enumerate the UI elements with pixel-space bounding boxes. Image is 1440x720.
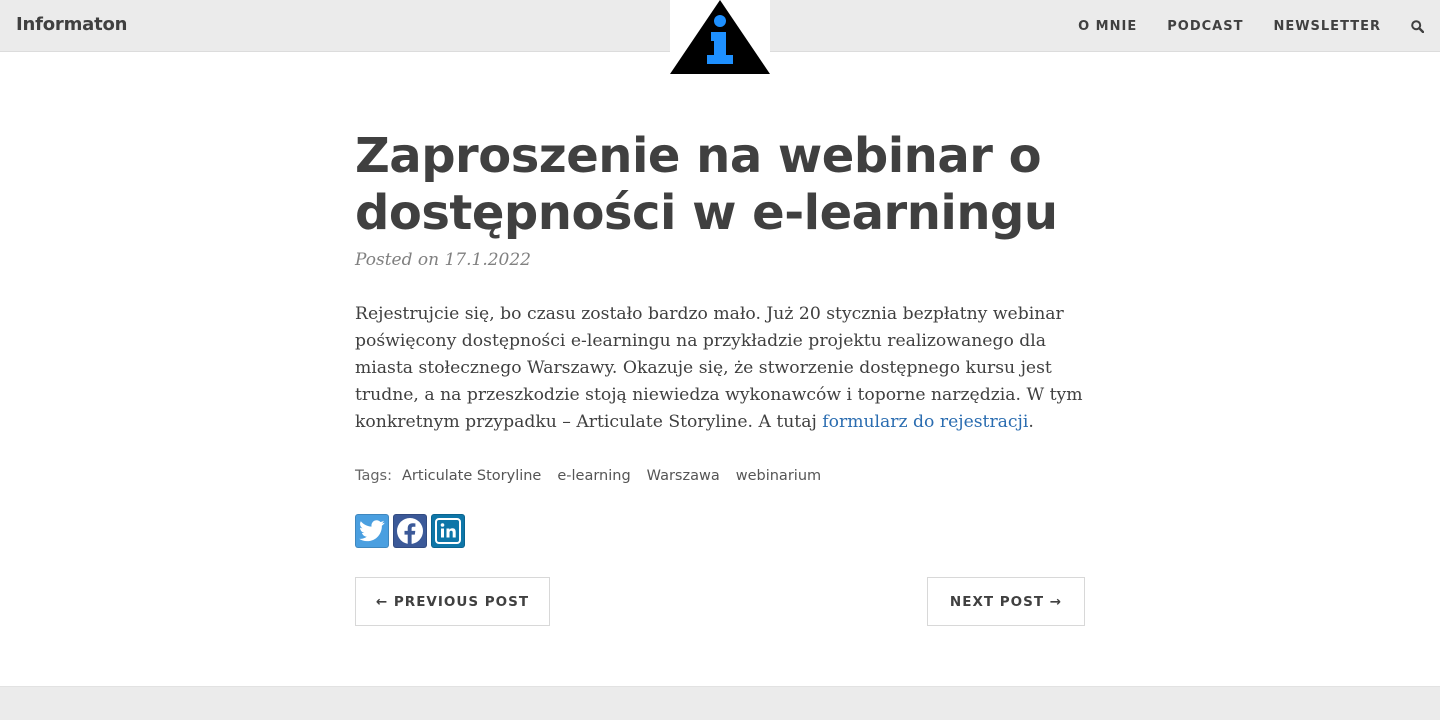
nav-item-o-mnie[interactable]: O MNIE [1078,19,1137,34]
share-linkedin-button[interactable] [431,514,465,548]
share-twitter-button[interactable] [355,514,389,548]
site-footer [0,686,1440,720]
site-logo[interactable] [670,0,770,74]
twitter-icon [359,520,385,542]
post-meta: Posted on 17.1.2022 [355,250,531,270]
tag-link[interactable]: Warszawa [647,468,720,484]
share-facebook-button[interactable] [393,514,427,548]
next-post-button[interactable]: NEXT POST → [927,577,1085,626]
previous-post-button[interactable]: ← PREVIOUS POST [355,577,550,626]
post-navigation: ← PREVIOUS POST NEXT POST → [355,577,1085,626]
nav-item-newsletter[interactable]: NEWSLETTER [1273,19,1381,34]
linkedin-icon [435,518,461,544]
post-body-end: . [1028,412,1034,432]
tag-link[interactable]: e-learning [557,468,630,484]
post-title: Zaproszenie na webinar o dostępności w e… [355,128,1058,241]
registration-form-link[interactable]: formularz do rejestracji [822,412,1028,432]
search-button[interactable] [1411,19,1424,33]
main-nav: O MNIE PODCAST NEWSLETTER [1078,0,1440,52]
tag-link[interactable]: webinarium [736,468,821,484]
post-content: Zaproszenie na webinar o dostępności w e… [355,128,1085,626]
site-brand-link[interactable]: Informaton [16,14,127,35]
post-body: Rejestrujcie się, bo czasu zostało bardz… [355,301,1085,436]
facebook-icon [397,518,423,545]
post-tags: Tags: Articulate Storyline e-learning Wa… [355,468,1085,484]
nav-item-podcast[interactable]: PODCAST [1167,19,1243,34]
share-buttons [355,514,1085,548]
tag-link[interactable]: Articulate Storyline [402,468,541,484]
info-triangle-logo-icon [670,0,770,74]
tags-label: Tags: [355,468,392,484]
search-icon [1411,19,1424,33]
